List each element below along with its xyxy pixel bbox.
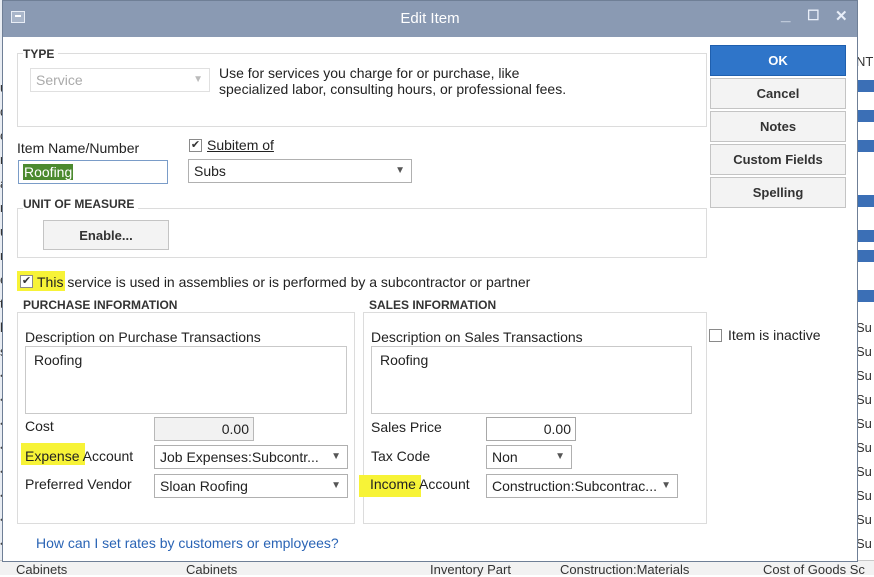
- background-column-header: NT: [856, 54, 874, 69]
- enable-button[interactable]: Enable...: [43, 220, 169, 250]
- tax-code-label: Tax Code: [371, 448, 431, 464]
- ok-button[interactable]: OK: [710, 45, 846, 76]
- type-description: Use for services you charge for or purch…: [219, 65, 567, 97]
- unit-of-measure-heading: UNIT OF MEASURE: [23, 197, 139, 211]
- purchase-description-label: Description on Purchase Transactions: [25, 329, 261, 345]
- background-cell: Su: [856, 440, 872, 455]
- help-link[interactable]: How can I set rates by customers or empl…: [36, 535, 339, 551]
- sales-description-input[interactable]: Roofing: [371, 346, 692, 414]
- income-account-dropdown[interactable]: Construction:Subcontrac... ▼: [486, 474, 678, 498]
- sales-price-label: Sales Price: [371, 419, 442, 435]
- edit-item-dialog: Edit Item _ ☐ ✕ TYPE Service ▼ Use for se…: [2, 0, 858, 562]
- purchase-description-input[interactable]: Roofing: [25, 346, 347, 414]
- notes-button[interactable]: Notes: [710, 111, 846, 142]
- background-cell: Su: [856, 368, 872, 383]
- subitem-label: Subitem of: [207, 137, 274, 153]
- item-inactive-checkbox[interactable]: [709, 329, 722, 342]
- background-bottom-row: Cabinets Cabinets Inventory Part Constru…: [0, 560, 874, 577]
- subitem-checkbox[interactable]: ✔: [189, 139, 202, 152]
- assembly-checkbox[interactable]: ✔: [20, 275, 33, 288]
- background-cell: Su: [856, 536, 872, 551]
- close-icon[interactable]: ✕: [835, 7, 848, 25]
- title-bar[interactable]: Edit Item _ ☐ ✕: [3, 1, 857, 37]
- background-cell: Su: [856, 320, 872, 335]
- background-cell: Su: [856, 344, 872, 359]
- cost-label: Cost: [25, 418, 54, 434]
- background-cell: Su: [856, 464, 872, 479]
- item-name-label: Item Name/Number: [17, 140, 140, 156]
- item-name-input[interactable]: Roofing: [18, 160, 168, 184]
- cancel-button[interactable]: Cancel: [710, 78, 846, 109]
- sales-info-heading: SALES INFORMATION: [369, 298, 497, 312]
- background-cell: Su: [856, 392, 872, 407]
- cost-input[interactable]: 0.00: [154, 417, 254, 441]
- preferred-vendor-label: Preferred Vendor: [25, 476, 132, 492]
- maximize-icon[interactable]: ☐: [807, 7, 820, 24]
- income-account-label: Income Account: [370, 476, 470, 492]
- tax-code-dropdown[interactable]: Non ▼: [486, 445, 572, 469]
- subitem-dropdown[interactable]: Subs ▼: [188, 159, 412, 183]
- assembly-label: This service is used in assemblies or is…: [37, 274, 531, 290]
- sales-price-input[interactable]: 0.00: [486, 417, 576, 441]
- background-cell: Su: [856, 488, 872, 503]
- item-inactive-label: Item is inactive: [728, 327, 821, 343]
- expense-account-label: Expense Account: [25, 448, 134, 464]
- sales-description-label: Description on Sales Transactions: [371, 329, 583, 345]
- custom-fields-button[interactable]: Custom Fields: [710, 144, 846, 175]
- window-title: Edit Item: [400, 10, 460, 27]
- type-heading: TYPE: [23, 47, 59, 61]
- background-cell: Su: [856, 512, 872, 527]
- minimize-icon[interactable]: _: [781, 5, 790, 25]
- background-cell: Su: [856, 416, 872, 431]
- purchase-info-heading: PURCHASE INFORMATION: [23, 298, 178, 312]
- preferred-vendor-dropdown[interactable]: Sloan Roofing ▼: [154, 474, 348, 498]
- expense-account-dropdown[interactable]: Job Expenses:Subcontr... ▼: [154, 445, 348, 469]
- item-name-value: Roofing: [23, 164, 74, 180]
- spelling-button[interactable]: Spelling: [710, 177, 846, 208]
- type-dropdown[interactable]: Service ▼: [30, 68, 210, 92]
